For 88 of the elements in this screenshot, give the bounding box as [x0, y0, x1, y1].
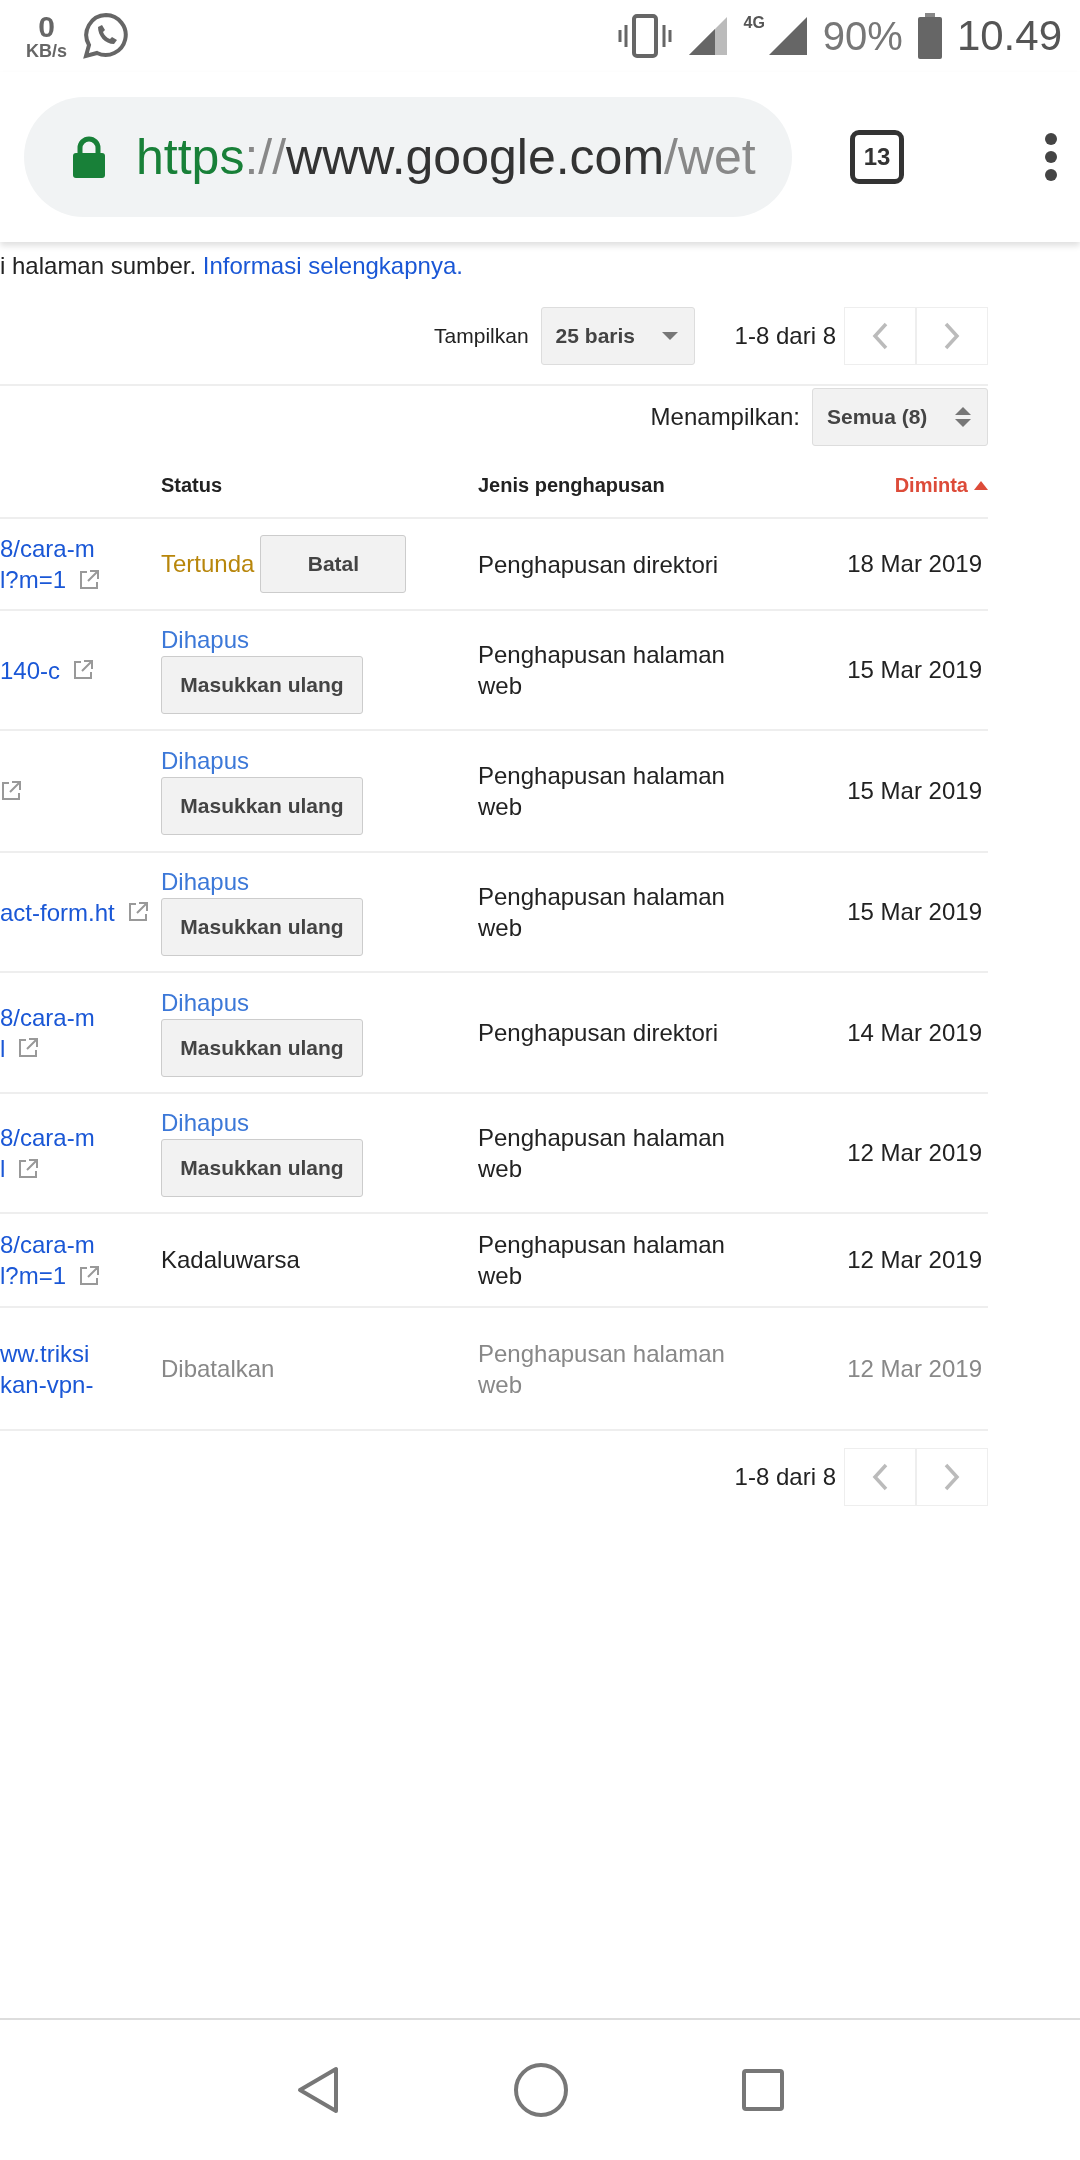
url-text: https://www.google.com/wet [136, 128, 756, 186]
removal-type: Penghapusan direktori [478, 549, 720, 580]
status-text: Dihapus [161, 1109, 250, 1137]
removal-type: Penghapusan halaman web [478, 1338, 726, 1400]
page-range: 1-8 dari 8 [734, 1463, 836, 1491]
external-link-icon[interactable] [72, 659, 95, 681]
removal-type: Penghapusan direktori [478, 1018, 720, 1048]
data-speed-value: 0 [38, 12, 55, 42]
removal-type: Penghapusan halaman web [478, 1123, 726, 1184]
clock: 10.49 [956, 12, 1062, 60]
page-range: 1-8 dari 8 [734, 322, 836, 350]
request-date: 15 Mar 2019 [847, 898, 982, 926]
column-header[interactable]: Jenis penghapusan [478, 466, 788, 519]
reinsert-button[interactable]: Masukkan ulang [161, 1139, 363, 1197]
external-link-icon[interactable] [78, 1264, 101, 1287]
external-link-icon[interactable] [17, 1157, 40, 1180]
column-header[interactable]: Diminta [788, 466, 988, 519]
reinsert-button[interactable]: Masukkan ulang [161, 898, 363, 956]
status-text: Kadaluwarsa [161, 1246, 300, 1274]
removal-type: Penghapusan halaman web [478, 882, 726, 943]
status-text: Dihapus [161, 626, 250, 654]
home-icon[interactable] [513, 2062, 569, 2118]
reinsert-button[interactable]: Masukkan ulang [161, 777, 363, 835]
external-link-icon[interactable] [78, 568, 101, 591]
rows-select[interactable]: 25 baris [540, 307, 695, 365]
filter-label: Menampilkan: [650, 403, 800, 431]
request-date: 12 Mar 2019 [847, 1246, 982, 1274]
chevron-right-icon [943, 1462, 961, 1492]
next-page-button[interactable] [916, 1448, 988, 1506]
external-link-icon[interactable] [17, 1037, 40, 1059]
battery-percent: 90% [822, 13, 903, 59]
request-date: 18 Mar 2019 [847, 550, 982, 578]
dropdown-arrow-icon [661, 332, 678, 340]
tab-count[interactable]: 13 [850, 130, 904, 184]
network-type: 4G [743, 14, 765, 32]
status-text: Dihapus [161, 988, 250, 1017]
signal-icon [687, 15, 730, 57]
chat-app-icon [81, 11, 131, 61]
reinsert-button[interactable]: Masukkan ulang [161, 656, 363, 714]
url-link[interactable]: 8/cara-m [0, 1122, 95, 1153]
back-icon[interactable] [296, 2065, 341, 2115]
previous-page-button[interactable] [844, 1448, 916, 1506]
status-text: Dihapus [161, 868, 250, 896]
url-link[interactable]: 140-c [0, 654, 61, 686]
data-speed-unit: KB/s [26, 42, 67, 60]
external-link-icon[interactable] [0, 780, 22, 802]
cancel-button[interactable]: Batal [260, 535, 407, 593]
learn-more-link[interactable]: Informasi selengkapnya. [202, 252, 463, 279]
reinsert-button[interactable]: Masukkan ulang [161, 1018, 363, 1077]
column-header[interactable]: Status [161, 466, 478, 519]
request-date: 15 Mar 2019 [847, 656, 982, 684]
url-link[interactable]: l?m=1 [0, 1260, 67, 1291]
vibrate-icon [617, 13, 674, 59]
status-text: Tertunda [161, 550, 255, 578]
removal-type: Penghapusan halaman web [478, 640, 726, 701]
next-page-button[interactable] [916, 307, 988, 365]
url-link[interactable]: act-form.ht [0, 896, 115, 928]
address-bar[interactable]: https://www.google.com/wet [24, 97, 792, 217]
show-label: Tampilkan [434, 324, 529, 348]
status-text: Dihapus [161, 747, 250, 775]
recents-icon[interactable] [741, 2069, 784, 2111]
url-link[interactable]: 8/cara-m [0, 1001, 95, 1033]
menu-icon[interactable] [1044, 132, 1058, 182]
up-down-arrows-icon [955, 405, 971, 429]
url-link[interactable]: 8/cara-m [0, 1229, 95, 1260]
chevron-left-icon [871, 321, 889, 351]
url-link[interactable]: 8/cara-m [0, 533, 95, 564]
sort-ascending-icon [974, 481, 988, 490]
chevron-right-icon [943, 321, 961, 351]
filter-select[interactable]: Semua (8) [812, 388, 988, 446]
external-link-icon[interactable] [126, 901, 149, 923]
request-date: 14 Mar 2019 [847, 1018, 982, 1047]
battery-icon [916, 13, 943, 59]
removal-type: Penghapusan halaman web [478, 761, 726, 822]
request-date: 12 Mar 2019 [847, 1354, 982, 1383]
url-link[interactable]: kan-vpn- [0, 1368, 94, 1400]
status-text: Dibatalkan [161, 1354, 275, 1383]
removal-type: Penghapusan halaman web [478, 1230, 726, 1291]
url-link[interactable]: l?m=1 [0, 564, 67, 595]
chevron-left-icon [871, 1462, 889, 1492]
url-link[interactable]: l [0, 1153, 6, 1184]
url-link[interactable]: ww.triksi [0, 1337, 90, 1369]
intro-text: i halaman sumber. Informasi selengkapnya. [0, 252, 464, 280]
request-date: 12 Mar 2019 [847, 1139, 982, 1167]
previous-page-button[interactable] [844, 307, 916, 365]
url-link[interactable]: l [0, 1032, 6, 1064]
request-date: 15 Mar 2019 [847, 777, 982, 805]
lock-icon [72, 136, 106, 178]
